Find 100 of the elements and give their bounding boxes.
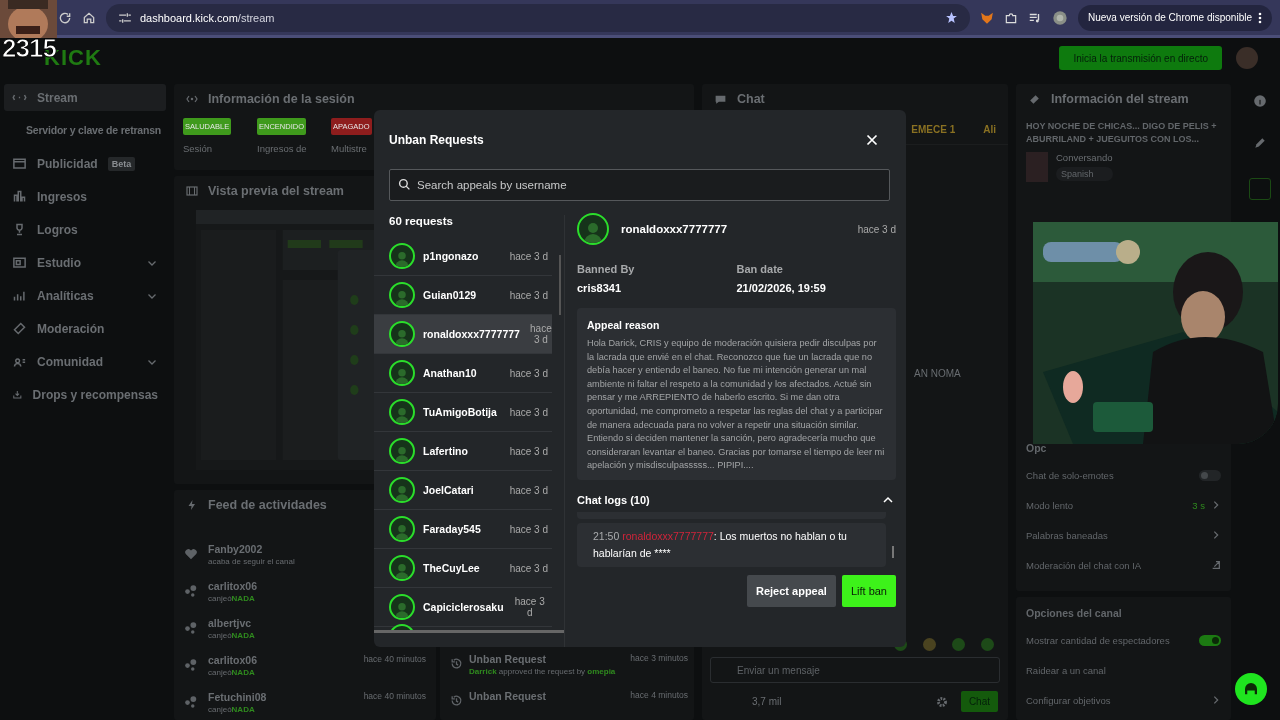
panel-title: Vista previa del stream (208, 184, 344, 198)
appeal-title: Appeal reason (587, 319, 660, 331)
message-field[interactable]: Enviar un mensaje (710, 657, 1000, 683)
category-thumbnail (1026, 152, 1048, 182)
sidebar-item[interactable]: Analíticas (4, 282, 166, 309)
feed-action: canjeóNADA (208, 668, 256, 677)
sidebar-item[interactable]: Moderación (4, 315, 166, 342)
sidebar-item[interactable]: Estudio (4, 249, 166, 276)
broadcast-icon (186, 93, 198, 105)
external-link-icon (1211, 560, 1221, 570)
request-time: hace 3 d (509, 562, 548, 574)
chevron-icon (1211, 530, 1221, 540)
setting-row[interactable]: Raidear a un canal (1016, 655, 1231, 685)
request-time: hace 3 d (529, 323, 553, 345)
update-button[interactable]: Nueva versión de Chrome disponible (1078, 4, 1272, 31)
info-icon[interactable] (1252, 94, 1267, 108)
setting-row[interactable]: Chat de solo-emotes (1016, 460, 1231, 490)
request-item[interactable]: Capiciclerosaku hace 3 d (374, 588, 552, 627)
sidebar-item[interactable]: Comunidad (4, 348, 166, 375)
log-title: Unban Request (469, 690, 547, 702)
user-avatar (389, 516, 415, 542)
request-item[interactable]: TuAmigoBotija hace 3 d (374, 393, 552, 432)
sidebar-item[interactable]: Drops y recompensas (4, 381, 166, 408)
sidebar-label: Ingresos (37, 189, 87, 204)
viewer-count: 3,7 mil (752, 696, 783, 707)
request-time: hace 3 d (509, 289, 548, 301)
log-time: hace 3 minutos (630, 653, 688, 663)
lift-ban-button[interactable]: Lift ban (841, 574, 896, 607)
request-item[interactable]: Lafertino hace 3 d (374, 432, 552, 471)
address-bar[interactable]: dashboard.kick.com/stream (106, 3, 970, 32)
settings-icon[interactable] (934, 694, 949, 709)
profile-icon[interactable] (1052, 9, 1068, 26)
section-title: Opc (1025, 441, 1048, 456)
sidebar-item[interactable]: Stream (4, 84, 166, 111)
close-icon[interactable] (866, 133, 878, 146)
chat-message: AN NOMA (914, 368, 961, 379)
stream-title: HOY NOCHE DE CHICAS... DIGO DE PELIS + ABURRILAND + JUEGUITOS CON LOS... (1025, 120, 1218, 146)
chevron-icon (1211, 695, 1221, 705)
request-item[interactable]: JoelCatari hace 3 d (374, 471, 552, 510)
status-caption: Multistre (331, 143, 368, 154)
scrollbar[interactable] (559, 255, 561, 315)
sidebar-item[interactable]: Publicidad Beta (4, 150, 166, 177)
chevron-icon (1211, 500, 1221, 510)
send-button[interactable]: Chat (960, 691, 998, 712)
feed-username: carlitox06 (208, 580, 259, 592)
user-avatar (389, 594, 415, 620)
request-item[interactable]: Anathan10 hace 3 d (374, 354, 552, 393)
request-username: Guian0129 (423, 289, 477, 301)
appeal-username: ronaldoxxx7777777 (621, 223, 729, 235)
status-caption: Sesión (183, 143, 214, 154)
reload-icon[interactable] (58, 10, 72, 25)
more-icon[interactable] (1258, 11, 1262, 24)
user-avatar (389, 282, 415, 308)
fox-icon[interactable] (980, 10, 994, 25)
bookmark-star-icon[interactable] (945, 11, 958, 24)
feed-username: Fetuchini08 (208, 691, 268, 703)
feed-username: carlitox06 (208, 654, 259, 666)
sidebar-label: Moderación (37, 321, 105, 336)
studio-icon (12, 255, 27, 270)
lightning-icon (186, 499, 198, 511)
sidebar-item[interactable]: Logros (4, 216, 166, 243)
sidebar-item[interactable]: Ingresos (4, 183, 166, 210)
request-item[interactable]: ronaldoxxx7777777 hace 3 d (374, 315, 552, 354)
request-username: JoelCatari (423, 484, 474, 496)
request-item[interactable]: p1ngonazo hace 3 d (374, 237, 552, 276)
request-username: TuAmigoBotija (423, 406, 497, 418)
sidebar-label: Publicidad (37, 156, 98, 171)
setting-row[interactable]: Moderación del chat con IA (1016, 550, 1231, 580)
sidebar-label: Logros (37, 222, 78, 237)
sidebar-label: Comunidad (37, 354, 103, 369)
dots-icon (184, 658, 198, 672)
dots-icon (184, 621, 198, 635)
setting-row[interactable]: Configurar objetivos (1016, 685, 1231, 715)
home-icon[interactable] (82, 10, 96, 25)
user-avatar (389, 555, 415, 581)
go-live-button[interactable]: Inicia la transmisión en directo (1059, 46, 1222, 70)
setting-row[interactable]: Mostrar cantidad de espectadores (1016, 625, 1231, 655)
setting-row[interactable]: Palabras baneadas (1016, 520, 1231, 550)
sidebar-label: Stream (37, 90, 78, 105)
request-item[interactable]: TheCuyLee hace 3 d (374, 549, 552, 588)
panel-title: Información del stream (1051, 92, 1189, 106)
reject-button[interactable]: Reject appeal (747, 574, 836, 607)
panel-title: Información de la sesión (208, 92, 355, 106)
setting-row[interactable]: Modo lento 3 s (1016, 490, 1231, 520)
scrollbar[interactable] (892, 545, 894, 558)
pencil-icon[interactable] (1252, 136, 1267, 150)
request-username: ronaldoxxx7777777 (423, 328, 520, 340)
user-avatar (389, 477, 415, 503)
request-item[interactable]: Faraday545 hace 3 d (374, 510, 552, 549)
site-settings-icon[interactable] (118, 11, 132, 24)
user-avatar (577, 213, 609, 245)
dots-icon (184, 695, 198, 709)
user-avatar (389, 243, 415, 269)
history-icon (450, 694, 463, 707)
sidebar-subitem[interactable]: Servidor y clave de retransn (4, 117, 166, 144)
scrollbar[interactable] (374, 630, 564, 633)
support-button[interactable] (1235, 673, 1267, 705)
film-icon (186, 186, 198, 196)
search-field[interactable]: Search appeals by username (389, 169, 890, 201)
request-time: hace 3 d (509, 367, 548, 379)
